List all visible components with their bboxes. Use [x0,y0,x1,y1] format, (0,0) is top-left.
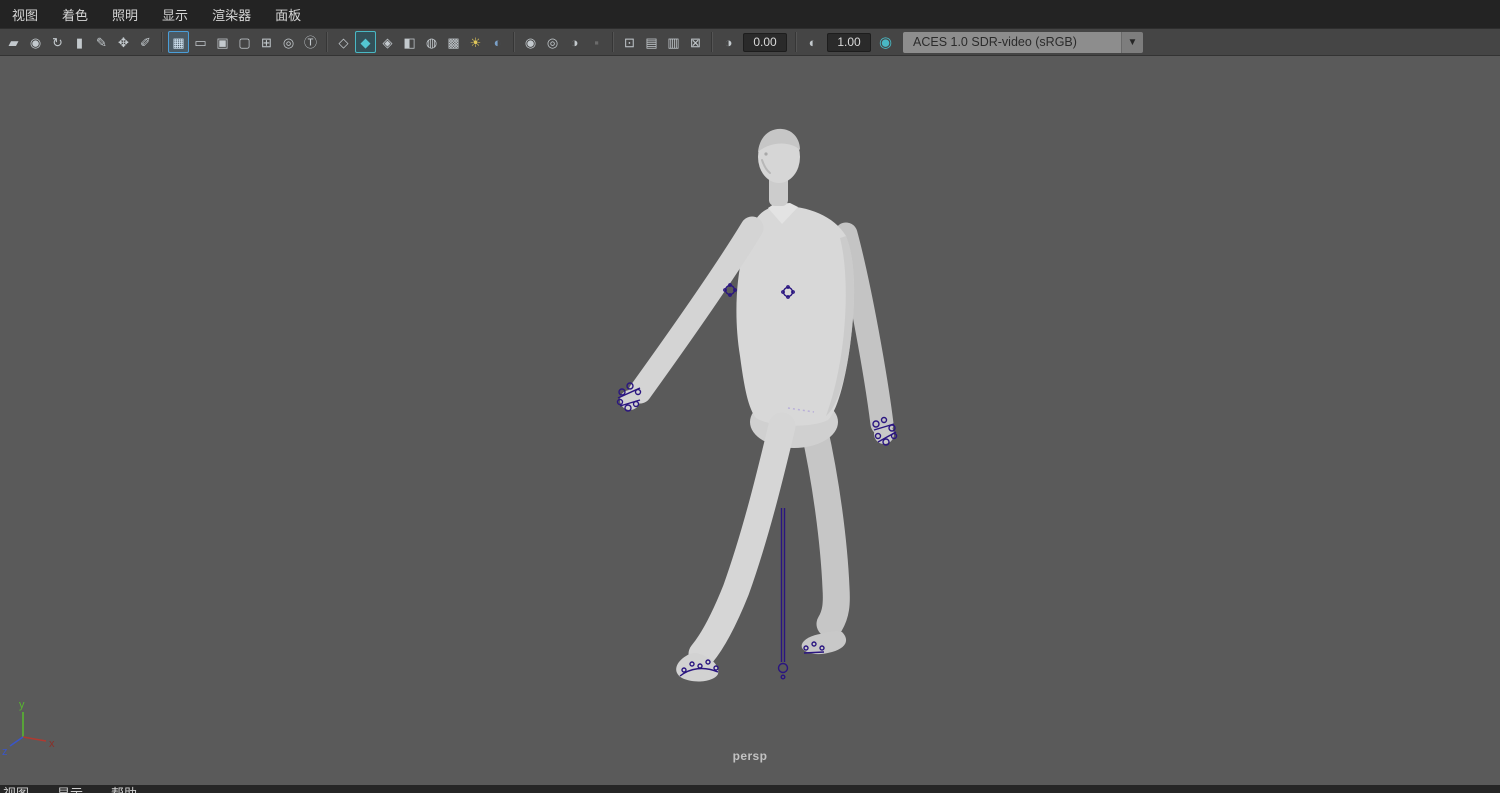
gamma-field[interactable] [827,32,871,52]
rig-control-ik-line[interactable] [777,508,789,680]
toolbar-divider [795,32,797,52]
safe-action-icon[interactable]: ◎ [278,31,299,53]
anti-alias-icon[interactable]: ◑ [564,31,585,53]
smooth-shade-icon[interactable]: ◆ [355,31,376,53]
menu-view[interactable]: 视图 [2,0,52,28]
safe-title-icon[interactable]: Ⓣ [300,31,321,53]
grid-icon[interactable]: ▦ [168,31,189,53]
toolbar-divider [612,32,614,52]
paint-brush-icon[interactable]: ✎ [91,31,112,53]
bottom-panel-menubar: 视图 显示 帮助 [0,785,1500,793]
image-plane-icon[interactable]: ⊠ [685,31,706,53]
contrast-icon[interactable]: ◐ [802,31,823,53]
perspective-viewport[interactable]: y x z persp [0,56,1500,785]
camera-orbit-icon[interactable]: ↻ [47,31,68,53]
textured-icon[interactable]: ◈ [377,31,398,53]
copy-icon[interactable]: ▤ [641,31,662,53]
camera-settings-icon[interactable]: ◉ [25,31,46,53]
shaded-sphere-icon[interactable]: ◍ [421,31,442,53]
color-management-value: ACES 1.0 SDR-video (sRGB) [903,31,1121,53]
film-gate-icon[interactable]: ▭ [190,31,211,53]
wireframe-icon[interactable]: ◇ [333,31,354,53]
color-managed-icon[interactable]: ◉ [875,31,896,53]
panel-menubar: 视图 着色 照明 显示 渲染器 面板 [0,0,1500,28]
menu-panels[interactable]: 面板 [265,0,315,28]
camera-name-label: persp [732,749,768,763]
character-model[interactable] [620,128,894,682]
toolbar-divider [513,32,515,52]
menu-renderer[interactable]: 渲染器 [202,0,265,28]
toolbar-divider [326,32,328,52]
exposure-field[interactable] [743,32,787,52]
field-chart-icon[interactable]: ⊞ [256,31,277,53]
viewport-toolbar: ▰ ◉ ↻ ▮ ✎ ✥ ✐ ▦ ▭ ▣ ▢ ⊞ ◎ Ⓣ ◇ ◆ ◈ ◧ ◍ ▩ … [0,28,1500,56]
gate-mask-icon[interactable]: ▢ [234,31,255,53]
isolate-select-icon[interactable]: ⊡ [619,31,640,53]
motion-blur-icon[interactable]: ◎ [542,31,563,53]
checker-icon[interactable]: ▩ [443,31,464,53]
plate-icon: ▪ [594,34,599,50]
menu-lighting[interactable]: 照明 [102,0,152,28]
bookmark-icon[interactable]: ▮ [69,31,90,53]
z-axis-line [9,736,24,747]
paste-icon[interactable]: ▥ [663,31,684,53]
dropdown-arrow-icon[interactable]: ▼ [1121,31,1143,53]
pencil-icon[interactable]: ✐ [135,31,156,53]
shadows-icon[interactable]: ◐ [487,31,508,53]
viewport-canvas: y x z [2,128,898,758]
use-default-material-icon[interactable]: ◧ [399,31,420,53]
color-management-dropdown[interactable]: ACES 1.0 SDR-video (sRGB) ▼ [903,31,1143,53]
bottom-menu-show[interactable]: 显示 [57,785,83,793]
resolution-gate-icon[interactable]: ▣ [212,31,233,53]
y-axis-label: y [19,699,25,711]
toolbar-divider [161,32,163,52]
x-axis-line [22,736,47,742]
lights-icon[interactable]: ☀ [465,31,486,53]
ambient-occlusion-icon[interactable]: ◉ [520,31,541,53]
toolbar-divider [711,32,713,52]
exposure-icon[interactable]: ◑ [718,31,739,53]
menu-show[interactable]: 显示 [152,0,202,28]
camcorder-icon[interactable]: ▰ [3,31,24,53]
menu-shading[interactable]: 着色 [52,0,102,28]
move-tool-icon[interactable]: ✥ [113,31,134,53]
bottom-menu-view[interactable]: 视图 [3,785,29,793]
bottom-menu-help[interactable]: 帮助 [111,785,137,793]
